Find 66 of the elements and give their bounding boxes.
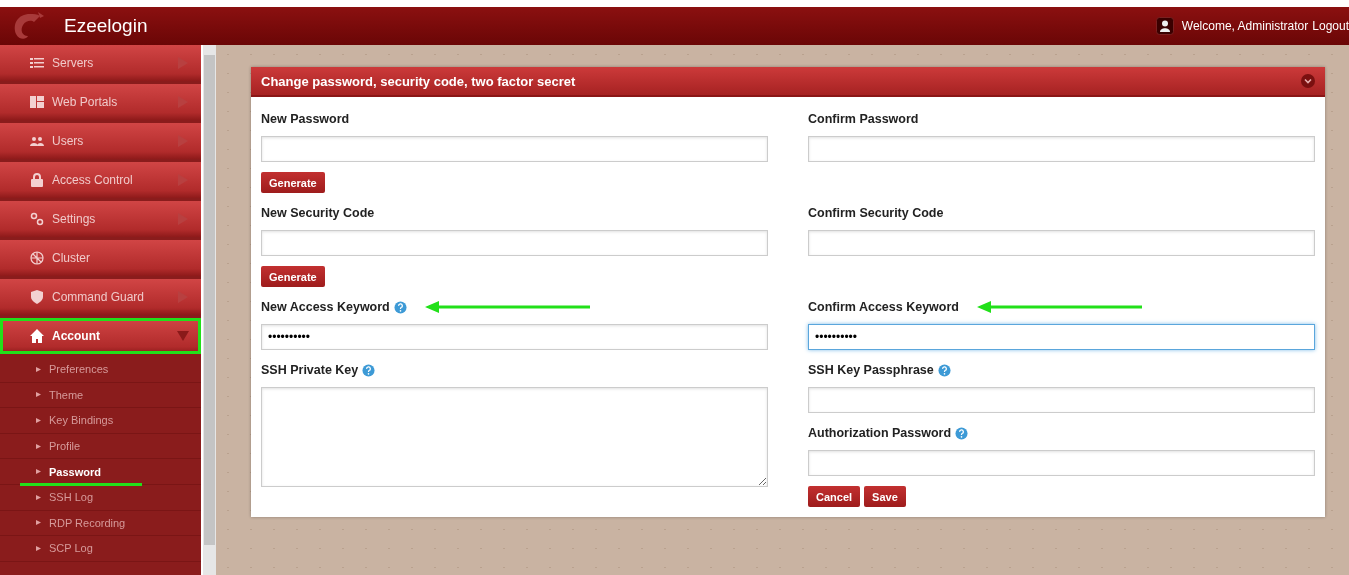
- submenu-item[interactable]: Preferences: [0, 357, 201, 383]
- field-label: Confirm Security Code: [808, 206, 944, 220]
- submenu-item[interactable]: Theme: [0, 382, 201, 409]
- field-label: Authorization Password: [808, 426, 952, 440]
- user-icon[interactable]: [1155, 17, 1174, 35]
- nav-item[interactable]: Account: [0, 318, 201, 354]
- field-label: Confirm Access Keyword: [808, 300, 959, 314]
- bullet-icon: [36, 545, 41, 551]
- input-field[interactable]: [261, 230, 768, 256]
- input-field[interactable]: [808, 387, 1315, 413]
- field-label: New Password: [261, 112, 350, 126]
- nav-icon: [30, 329, 44, 343]
- logout-link[interactable]: Logout: [1312, 19, 1349, 33]
- submenu-item[interactable]: SCP Log: [0, 536, 201, 562]
- field-label: Confirm Password: [808, 112, 919, 126]
- nav-icon: [30, 95, 44, 109]
- welcome-text: Welcome, Administrator: [1181, 19, 1309, 33]
- nav-item[interactable]: Cluster: [0, 240, 201, 276]
- bullet-icon: [36, 443, 41, 449]
- bullet-icon: [36, 366, 41, 372]
- field-label: New Access Keyword: [261, 300, 390, 314]
- bullet-icon: [36, 392, 41, 398]
- input-field[interactable]: [808, 230, 1315, 256]
- nav-icon: [30, 173, 44, 187]
- nav-item[interactable]: Command Guard: [0, 279, 201, 315]
- bullet-icon: [36, 418, 41, 423]
- nav-icon: [30, 134, 44, 148]
- submenu-item[interactable]: Key Bindings: [0, 408, 201, 434]
- bullet-icon: [36, 520, 41, 526]
- generate-button[interactable]: Generate: [261, 172, 325, 193]
- caret-icon: [177, 330, 189, 342]
- generate-button[interactable]: Generate: [261, 266, 325, 287]
- brand-name: Ezeelogin: [64, 15, 148, 37]
- input-field[interactable]: [808, 136, 1315, 162]
- save-button[interactable]: Save: [864, 486, 906, 507]
- nav-icon: [30, 212, 44, 226]
- panel-title: Change password, security code, two factor secret: [261, 73, 576, 89]
- input-field[interactable]: ••••••••••: [808, 324, 1315, 350]
- nav-item[interactable]: Settings: [0, 201, 201, 237]
- field-label: SSH Private Key: [261, 363, 359, 377]
- cancel-button[interactable]: Cancel: [808, 486, 861, 507]
- input-field[interactable]: ••••••••••: [261, 324, 768, 350]
- text-area[interactable]: [261, 387, 768, 487]
- nav-icon: [30, 290, 44, 304]
- submenu-item[interactable]: RDP Recording: [0, 510, 201, 537]
- collapse-icon[interactable]: [1301, 74, 1315, 88]
- help-icon[interactable]: [393, 300, 407, 314]
- submenu-item[interactable]: Profile: [0, 433, 201, 460]
- submenu-item[interactable]: SSH Log: [0, 484, 201, 511]
- scrollbar[interactable]: [203, 45, 216, 575]
- nav-icon: [30, 56, 44, 70]
- nav-item[interactable]: Users: [0, 123, 201, 159]
- field-label: New Security Code: [261, 206, 375, 220]
- nav-item[interactable]: Access Control: [0, 162, 201, 198]
- field-label: SSH Key Passphrase: [808, 363, 934, 377]
- bullet-icon: [36, 469, 41, 475]
- nav-icon: [30, 251, 44, 265]
- help-icon[interactable]: [362, 363, 376, 377]
- help-icon[interactable]: [955, 426, 969, 440]
- nav-item[interactable]: Web Portals: [0, 84, 201, 120]
- nav-item[interactable]: Servers: [0, 45, 201, 81]
- input-field[interactable]: [261, 136, 768, 162]
- submenu-item[interactable]: Password: [0, 459, 201, 485]
- help-icon[interactable]: [937, 363, 951, 377]
- bullet-icon: [36, 494, 41, 500]
- input-field[interactable]: [808, 450, 1315, 476]
